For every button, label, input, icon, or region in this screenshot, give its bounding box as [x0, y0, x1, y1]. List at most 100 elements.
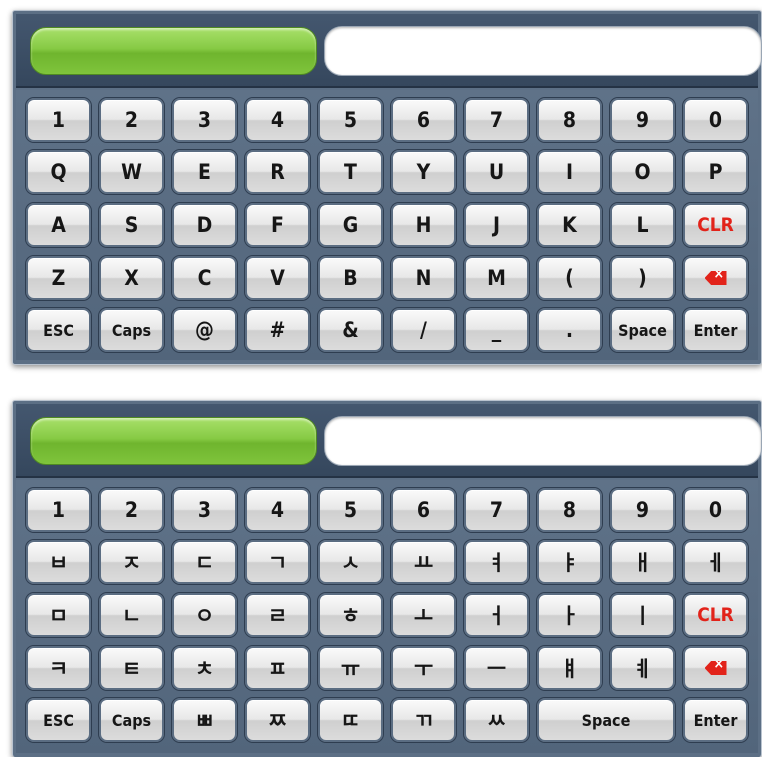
key-char[interactable]: 6: [391, 98, 456, 142]
key-char[interactable]: ㅠ: [318, 646, 383, 690]
key-char[interactable]: D: [172, 203, 237, 247]
key-space[interactable]: Space: [610, 308, 675, 352]
key-clr[interactable]: CLR: [683, 203, 748, 247]
key-char[interactable]: ㅆ: [464, 698, 529, 742]
key-char[interactable]: 0: [683, 488, 748, 532]
key-char[interactable]: Z: [26, 256, 91, 300]
key-char[interactable]: ㅉ: [245, 698, 310, 742]
key-char[interactable]: T: [318, 150, 383, 194]
key-char[interactable]: 8: [537, 98, 602, 142]
key-char[interactable]: Y: [391, 150, 456, 194]
key-char[interactable]: ㅁ: [26, 593, 91, 637]
key-char[interactable]: &: [318, 308, 383, 352]
key-enter[interactable]: Enter: [683, 308, 748, 352]
key-char[interactable]: 7: [464, 488, 529, 532]
backspace-key[interactable]: [683, 256, 748, 300]
key-char[interactable]: F: [245, 203, 310, 247]
key-char[interactable]: A: [26, 203, 91, 247]
key-char[interactable]: ㅈ: [99, 540, 164, 584]
key-char[interactable]: ㅇ: [172, 593, 237, 637]
key-char[interactable]: ㅍ: [245, 646, 310, 690]
key-char[interactable]: ㅖ: [610, 646, 675, 690]
key-char[interactable]: H: [391, 203, 456, 247]
key-char[interactable]: N: [391, 256, 456, 300]
key-char[interactable]: 3: [172, 98, 237, 142]
key-char[interactable]: ㅓ: [464, 593, 529, 637]
key-char[interactable]: ㅜ: [391, 646, 456, 690]
text-input-field[interactable]: [324, 26, 762, 76]
key-char[interactable]: ㅛ: [391, 540, 456, 584]
key-char[interactable]: 8: [537, 488, 602, 532]
backspace-key[interactable]: [683, 646, 748, 690]
key-char[interactable]: ㄷ: [172, 540, 237, 584]
key-char[interactable]: 7: [464, 98, 529, 142]
key-char[interactable]: ㄹ: [245, 593, 310, 637]
key-char[interactable]: W: [99, 150, 164, 194]
key-char[interactable]: ): [610, 256, 675, 300]
key-clr[interactable]: CLR: [683, 593, 748, 637]
key-char[interactable]: J: [464, 203, 529, 247]
key-char[interactable]: 2: [99, 488, 164, 532]
key-char[interactable]: #: [245, 308, 310, 352]
text-input-field[interactable]: [324, 416, 762, 466]
key-char[interactable]: ㅑ: [537, 540, 602, 584]
key-char[interactable]: ㅋ: [26, 646, 91, 690]
key-char[interactable]: ㄲ: [391, 698, 456, 742]
key-char[interactable]: ㅅ: [318, 540, 383, 584]
key-esc[interactable]: ESC: [26, 308, 91, 352]
key-char[interactable]: ㄸ: [318, 698, 383, 742]
key-char[interactable]: ㅌ: [99, 646, 164, 690]
key-char[interactable]: G: [318, 203, 383, 247]
key-char[interactable]: _: [464, 308, 529, 352]
key-char[interactable]: 9: [610, 98, 675, 142]
key-char[interactable]: ㅊ: [172, 646, 237, 690]
key-char[interactable]: 4: [245, 98, 310, 142]
key-char[interactable]: L: [610, 203, 675, 247]
key-char[interactable]: 0: [683, 98, 748, 142]
key-char[interactable]: V: [245, 256, 310, 300]
key-char[interactable]: @: [172, 308, 237, 352]
key-char[interactable]: M: [464, 256, 529, 300]
key-char[interactable]: .: [537, 308, 602, 352]
key-char[interactable]: ㅗ: [391, 593, 456, 637]
key-char[interactable]: ㅕ: [464, 540, 529, 584]
key-char[interactable]: ㅒ: [537, 646, 602, 690]
key-char[interactable]: 9: [610, 488, 675, 532]
key-char[interactable]: 2: [99, 98, 164, 142]
key-char[interactable]: ㅎ: [318, 593, 383, 637]
key-char[interactable]: U: [464, 150, 529, 194]
key-char[interactable]: ㅣ: [610, 593, 675, 637]
key-enter[interactable]: Enter: [683, 698, 748, 742]
key-char[interactable]: 1: [26, 98, 91, 142]
key-char[interactable]: 6: [391, 488, 456, 532]
key-char[interactable]: Q: [26, 150, 91, 194]
key-char[interactable]: (: [537, 256, 602, 300]
key-char[interactable]: R: [245, 150, 310, 194]
key-char[interactable]: ㅔ: [683, 540, 748, 584]
key-char[interactable]: X: [99, 256, 164, 300]
key-char[interactable]: O: [610, 150, 675, 194]
key-char[interactable]: 4: [245, 488, 310, 532]
key-char[interactable]: E: [172, 150, 237, 194]
key-char[interactable]: ㅃ: [172, 698, 237, 742]
key-caps[interactable]: Caps: [99, 698, 164, 742]
key-char[interactable]: P: [683, 150, 748, 194]
key-caps[interactable]: Caps: [99, 308, 164, 352]
key-char[interactable]: /: [391, 308, 456, 352]
key-char[interactable]: S: [99, 203, 164, 247]
key-char[interactable]: 1: [26, 488, 91, 532]
key-char[interactable]: B: [318, 256, 383, 300]
key-char[interactable]: ㅏ: [537, 593, 602, 637]
key-char[interactable]: ㅡ: [464, 646, 529, 690]
key-char[interactable]: I: [537, 150, 602, 194]
key-char[interactable]: ㅂ: [26, 540, 91, 584]
key-char[interactable]: K: [537, 203, 602, 247]
key-space[interactable]: Space: [537, 698, 675, 742]
key-char[interactable]: ㄱ: [245, 540, 310, 584]
key-char[interactable]: 5: [318, 488, 383, 532]
key-char[interactable]: ㅐ: [610, 540, 675, 584]
key-char[interactable]: 3: [172, 488, 237, 532]
key-char[interactable]: ㄴ: [99, 593, 164, 637]
key-esc[interactable]: ESC: [26, 698, 91, 742]
key-char[interactable]: 5: [318, 98, 383, 142]
